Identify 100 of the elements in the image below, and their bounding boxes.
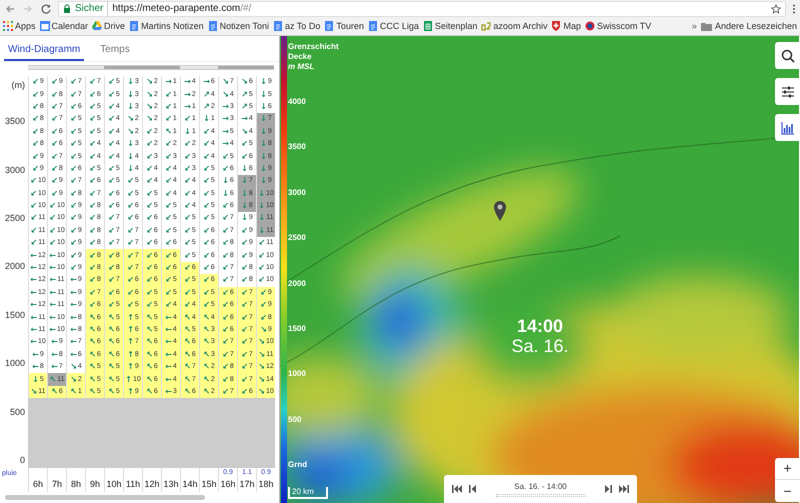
wind-arrow: ↙ [203,177,210,186]
star-icon[interactable] [771,4,781,14]
tab[interactable]: Temps [96,39,134,61]
wind-arrow: ↙ [146,152,153,161]
wind-arrow: ↙ [70,102,77,111]
bookmark-link[interactable]: CCC Liga [368,20,419,33]
wind-arrow: ↙ [165,214,172,222]
wind-arrow: ↙ [30,226,38,235]
wind-arrow: ↙ [184,252,191,260]
wind-arrow: ↑ [125,376,132,384]
step-forward-icon[interactable] [603,484,613,494]
wind-arrow: → [222,128,229,136]
wind-arrow: → [184,102,191,111]
wind-arrow: ↙ [89,164,96,173]
wind-arrow: ↙ [70,78,77,86]
wind-arrow: ↖ [51,388,58,396]
wind-arrow: ↙ [222,350,229,359]
wind-arrow: ↙ [32,128,39,136]
tab[interactable]: Wind-Diagramm [4,39,84,61]
wind-arrow: ← [50,301,56,310]
reload-icon[interactable] [40,2,52,15]
horizontal-scrollbar[interactable] [5,495,205,500]
wind-arrow: ↙ [222,202,229,210]
bookmark-link[interactable]: Touren [324,20,364,33]
wind-arrow: ↘ [146,102,153,111]
legend-title: Decke [288,52,313,62]
back-icon[interactable] [4,2,16,15]
wind-arrow: ↙ [127,264,134,272]
zoom-out-button[interactable]: − [775,480,800,502]
wind-arrow: ↙ [241,363,248,372]
menu-icon[interactable] [792,2,796,15]
wind-arrow: ↖ [203,388,210,396]
wind-arrow: ↙ [241,252,248,260]
wind-arrow: ↙ [108,264,115,272]
bookmark-link[interactable]: Notizen Toni [208,20,269,33]
hour-label: 8h [70,478,81,490]
playback-date: Sa. 16. - 14:00 [514,482,567,492]
bookmark-link[interactable]: az To Do [272,20,320,33]
hour-label: 6h [32,478,43,490]
wind-arrow: ↙ [30,177,37,186]
bookmark-folder[interactable]: Andere Lesezeichen [700,20,797,33]
wind-arrow: ↓ [260,78,267,86]
legend-label: 1000 [288,369,306,380]
bookmark-link[interactable]: Apps [3,20,36,33]
bookmark-link[interactable]: azoom Archiv [481,20,548,33]
wind-arrow: ↖ [146,350,153,359]
calendar-icon [40,21,50,32]
bookmark-link[interactable]: Martins Notizen [129,20,204,33]
wind-arrow: ↙ [51,152,58,161]
wind-arrow: ↖ [146,388,153,396]
wind-arrow: ↙ [260,288,267,297]
wind-arrow: ← [50,276,56,284]
wind-arrow: ↖ [108,363,115,372]
wind-arrow: ↖ [184,326,191,334]
bookmark-link[interactable]: Map [551,20,581,33]
overflow-chevron[interactable]: » [692,20,697,33]
wind-arrow: ↓ [32,376,39,384]
wind-arrow: ← [32,363,39,372]
wind-arrow: ↙ [184,164,191,173]
wind-arrow: ↙ [30,239,38,248]
legend-label: Grnd [288,460,308,470]
wind-arrow: ↓ [127,78,134,86]
wind-arrow: ↙ [203,140,210,148]
search-button[interactable] [775,42,800,69]
chart-button[interactable] [775,114,800,141]
zoom-in-button[interactable]: + [775,458,800,480]
wind-arrow: ↙ [203,252,210,260]
wind-arrow: ↙ [184,264,191,272]
wind-arrow: ↖ [70,388,77,396]
wind-arrow: ↙ [89,288,96,297]
bookmark-link[interactable]: Calendar [40,20,88,33]
address-bar[interactable]: Sicher https://meteo-parapente.com/#/ [58,0,786,17]
skip-to-start-icon[interactable] [452,484,462,494]
timeline-track[interactable] [496,494,586,496]
wind-arrow: ↙ [70,164,77,173]
filter-button[interactable] [775,78,800,105]
wind-arrow: ↖ [203,338,210,346]
wind-arrow: ↖ [146,376,153,384]
bookmark-link[interactable]: Drive [92,20,126,33]
legend-title: Grenzschicht [288,42,339,52]
wind-arrow: ↙ [70,90,77,99]
wind-arrow: ↙ [222,264,229,272]
skip-to-end-icon[interactable] [619,484,629,494]
step-back-icon[interactable] [468,484,478,494]
wind-arrow: ↙ [222,226,229,235]
wind-arrow: ↖ [108,376,115,384]
wind-arrow: ↙ [241,388,248,396]
wind-arrow: ↓ [127,140,134,148]
forecast-day: Sa. 16. [511,336,569,356]
wind-arrow: ↙ [184,239,191,248]
legend-label: 4000 [288,97,306,107]
wind-arrow: ↙ [70,239,77,248]
wind-arrow: ← [51,338,58,346]
wind-arrow: ↙ [203,152,210,161]
wind-arrow: ↙ [89,214,96,222]
wind-arrow: ← [30,338,37,346]
wind-arrow: ↙ [30,190,37,198]
bookmark-link[interactable]: Seitenplan [422,20,478,33]
wind-arrow: ↙ [32,140,39,148]
bookmark-link[interactable]: Swisscom TV [584,20,652,33]
